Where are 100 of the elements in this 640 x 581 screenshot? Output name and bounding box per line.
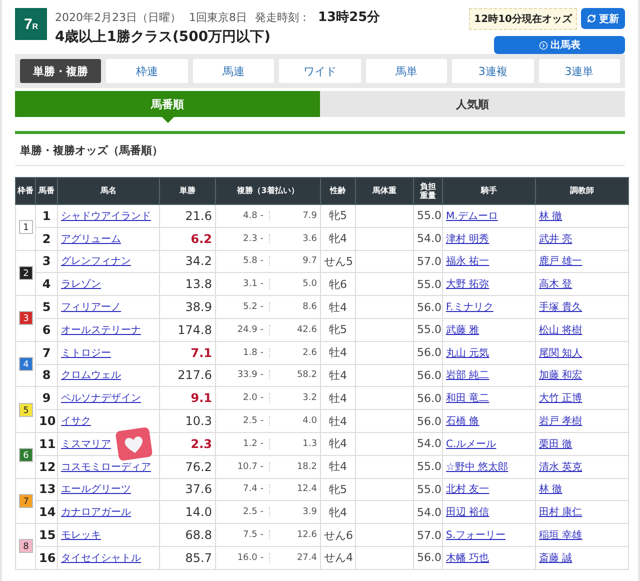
horse-name-link[interactable]: エールグリーツ <box>61 484 131 496</box>
odds-timestamp: 12時10分現在オッズ <box>469 8 577 30</box>
jockey-link[interactable]: 武藤 雅 <box>446 324 480 336</box>
jockey-link[interactable]: 津村 明秀 <box>446 234 490 245</box>
jockey-link[interactable]: 大野 拓弥 <box>446 279 490 290</box>
bet-type-tab[interactable]: 枠連 <box>106 59 188 83</box>
jockey-link[interactable]: 丸山 元気 <box>446 348 490 359</box>
horse-name-link[interactable]: コスモミローディア <box>61 462 151 473</box>
trainer-link[interactable]: 大竹 正博 <box>539 393 582 404</box>
table-cell: 24.9 - 42.6 <box>216 318 320 342</box>
table-cell: 牝4 <box>320 227 356 250</box>
trainer-link[interactable]: 田村 康仁 <box>539 507 582 518</box>
horse-name-link[interactable]: シャドウアイランド <box>61 210 151 222</box>
jockey-link[interactable]: 田辺 裕信 <box>446 507 490 518</box>
trainer-link[interactable]: 高木 登 <box>539 279 572 290</box>
table-cell: 10.3 <box>160 410 216 432</box>
horse-name-link[interactable]: グレンフィナン <box>61 256 131 268</box>
horse-name-link[interactable]: ミトロジー <box>61 348 111 359</box>
table-cell: 57.0 <box>414 250 442 273</box>
bet-type-tab[interactable]: 3連単 <box>538 59 620 83</box>
frame-number-badge: 1 <box>19 220 33 234</box>
column-header: 馬番 <box>36 178 58 204</box>
sort-tab[interactable]: 人気順 <box>320 91 625 117</box>
trainer-link[interactable]: 尾関 知人 <box>539 348 582 359</box>
table-cell: 5.2 - 8.6 <box>216 296 320 318</box>
jockey-link[interactable]: 北村 友一 <box>446 484 490 496</box>
race-number-badge: 7R <box>15 8 47 40</box>
jockey-link[interactable]: ☆野中 悠太郎 <box>446 462 508 473</box>
trainer-link[interactable]: 栗田 徹 <box>539 438 572 450</box>
frame-number-badge: 2 <box>19 266 33 280</box>
trainer-link[interactable]: 斎藤 誠 <box>539 552 572 564</box>
bet-type-tab[interactable]: 単勝・複勝 <box>20 59 102 83</box>
trainer-link[interactable]: 鹿戸 雄一 <box>539 256 582 268</box>
trainer-link[interactable]: 武井 亮 <box>539 234 572 245</box>
refresh-button[interactable]: 更新 <box>581 8 625 29</box>
heart-sticker-icon <box>115 426 153 462</box>
table-cell: 3.1 - 5.0 <box>216 272 320 296</box>
race-meeting: 1回東京8日 <box>189 10 247 25</box>
table-cell: 4 <box>36 272 58 296</box>
table-cell: 6.2 <box>160 227 216 250</box>
table-cell: 56.0 <box>414 341 442 364</box>
horse-name-link[interactable]: ラレゾン <box>61 279 101 290</box>
table-cell: 217.6 <box>160 364 216 387</box>
table-cell: 21.6 <box>160 204 216 228</box>
table-cell: 37.6 <box>160 478 216 501</box>
jockey-link[interactable]: S.フォーリー <box>446 530 506 542</box>
column-header: 調教師 <box>536 178 628 204</box>
frame-number-badge: 5 <box>19 402 33 417</box>
refresh-icon <box>587 14 596 23</box>
table-cell: 牡4 <box>320 455 356 478</box>
column-header: 枠番 <box>16 178 36 204</box>
table-cell: 56.0 <box>414 386 442 410</box>
horse-name-link[interactable]: タイセイシャトル <box>61 552 141 564</box>
table-cell: 56.0 <box>414 296 442 318</box>
trainer-link[interactable]: 清水 英克 <box>539 462 582 473</box>
horse-name-link[interactable]: オールステリーナ <box>61 324 141 336</box>
jockey-link[interactable]: 福永 祐一 <box>446 256 490 268</box>
jockey-link[interactable]: M.デムーロ <box>446 210 498 222</box>
trainer-link[interactable]: 岩戸 孝樹 <box>539 416 582 428</box>
frame-number-badge: 4 <box>19 357 33 372</box>
table-cell: 8 <box>36 364 58 387</box>
horse-name-link[interactable]: クロムウェル <box>61 370 121 382</box>
table-cell: 76.2 <box>160 455 216 478</box>
table-cell: 牝5 <box>320 478 356 501</box>
bet-type-tab[interactable]: 馬連 <box>192 59 274 83</box>
table-cell: 54.0 <box>414 500 442 524</box>
section-title: 単勝・複勝オッズ（馬番順） <box>15 134 625 166</box>
entries-button[interactable]: 出馬表 <box>494 36 625 54</box>
horse-name-link[interactable]: イサク <box>61 416 91 428</box>
table-cell: 牝6 <box>320 272 356 296</box>
horse-name-link[interactable]: モレッキ <box>61 530 101 542</box>
horse-name-link[interactable]: ミスマリア <box>61 438 111 450</box>
table-cell: 56.0 <box>414 546 442 570</box>
trainer-link[interactable]: 稲垣 幸雄 <box>539 530 582 542</box>
bet-type-tab[interactable]: 3連複 <box>452 59 534 83</box>
bet-type-tab[interactable]: ワイド <box>279 59 361 83</box>
trainer-link[interactable]: 林 徹 <box>539 484 562 496</box>
bet-type-tab[interactable]: 馬単 <box>366 59 448 83</box>
table-cell: 11 <box>36 432 58 456</box>
horse-name-link[interactable]: ペルソナデザイン <box>61 393 141 404</box>
jockey-link[interactable]: C.ルメール <box>446 438 496 450</box>
jockey-link[interactable]: 石橋 脩 <box>446 416 480 428</box>
jockey-link[interactable]: 木幡 巧也 <box>446 552 490 564</box>
table-cell: 68.8 <box>160 524 216 546</box>
jockey-link[interactable]: 和田 竜二 <box>446 393 490 404</box>
frame-number-badge: 3 <box>19 311 33 326</box>
jockey-link[interactable]: 岩部 純二 <box>446 370 490 382</box>
horse-name-link[interactable]: フィリアーノ <box>61 302 121 314</box>
trainer-link[interactable]: 林 徹 <box>539 210 562 222</box>
trainer-link[interactable]: 手塚 貴久 <box>539 302 582 314</box>
table-cell: 牡4 <box>320 386 356 410</box>
table-cell: 9.1 <box>160 386 216 410</box>
horse-name-link[interactable]: カナロアガール <box>61 507 131 518</box>
table-cell: 6 <box>36 318 58 342</box>
trainer-link[interactable]: 加藤 和宏 <box>539 370 582 382</box>
horse-name-link[interactable]: アグリューム <box>61 234 121 245</box>
jockey-link[interactable]: F.ミナリク <box>446 302 494 314</box>
table-cell: 3 <box>36 250 58 273</box>
table-cell: 7.1 <box>160 341 216 364</box>
trainer-link[interactable]: 松山 将樹 <box>539 324 582 336</box>
